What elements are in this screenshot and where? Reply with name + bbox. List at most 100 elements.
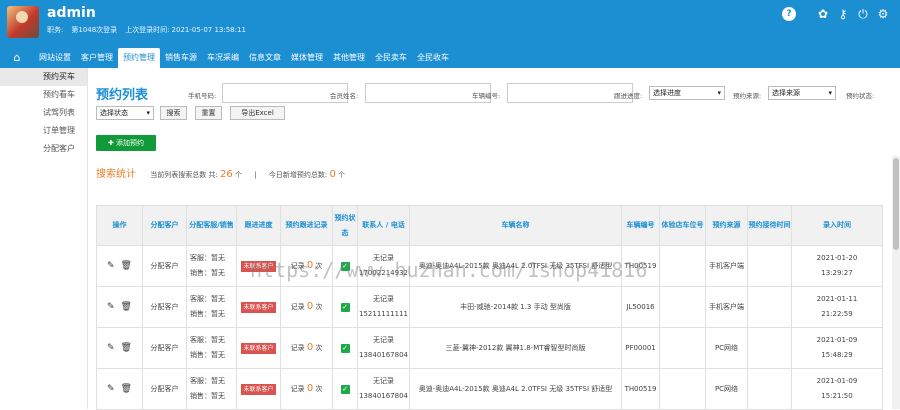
sidebar-item-orders[interactable]: 订单管理 <box>0 122 87 140</box>
nav-media[interactable]: 媒体管理 <box>286 48 328 68</box>
entry-date: 2021-01-11 <box>816 295 858 303</box>
trash-icon[interactable]: 🗑 <box>121 384 132 394</box>
edit-icon[interactable]: ✎ <box>107 343 115 353</box>
source-select-value: 选择来源 <box>772 89 800 97</box>
staff-cell: 客服：暂无 销售：暂无 <box>186 327 237 369</box>
status-select[interactable]: 选择状态 ▾ <box>96 106 154 120</box>
status-cell: ✓ <box>332 286 358 328</box>
service-staff: 客服：暂无 <box>190 377 225 385</box>
progress-cell: 未联系客户 <box>236 286 281 328</box>
source-label: 预约来源: <box>733 92 762 100</box>
nav-car-condition[interactable]: 车况采编 <box>202 48 244 68</box>
status-badge: 未联系客户 <box>241 342 276 354</box>
checkmark-icon[interactable]: ✓ <box>340 261 350 271</box>
record-cell[interactable]: 记录 0 次 <box>280 286 333 328</box>
reception-time <box>747 368 792 410</box>
nav-sell-car[interactable]: 全民卖车 <box>370 48 412 68</box>
table-row[interactable]: ✎ 🗑 分配客户 客服：暂无 销售：暂无 未联系客户 记录 0 次 ✓ 无记录 152111111… <box>96 286 883 328</box>
record-cell[interactable]: 记录 0 次 <box>280 368 333 410</box>
sidebar-item-test-drive[interactable]: 试驾列表 <box>0 104 87 122</box>
checkmark-icon[interactable]: ✓ <box>340 384 350 394</box>
status-label: 预约状态: <box>846 92 875 100</box>
actions-cell: ✎ 🗑 <box>96 286 143 328</box>
search-button[interactable]: 搜索 <box>160 106 187 120</box>
help-icon[interactable]: ? <box>782 7 796 21</box>
contact-name: 无记录 <box>373 336 394 344</box>
entry-time-cell: 2021-01-11 21:22:59 <box>791 286 883 328</box>
trash-icon[interactable]: 🗑 <box>121 302 132 312</box>
table-row[interactable]: ✎ 🗑 分配客户 客服：暂无 销售：暂无 未联系客户 记录 0 次 ✓ 无记录 170022149… <box>96 245 883 287</box>
edit-icon[interactable]: ✎ <box>107 261 115 271</box>
entry-time-cell: 2021-01-20 13:29:27 <box>791 245 883 287</box>
col-header: 预约接待时间 <box>747 205 792 246</box>
today-label: 今日新增预约总数: <box>268 171 328 179</box>
add-appointment-button[interactable]: ✚ 添加预约 <box>96 135 156 151</box>
export-excel-button[interactable]: 导出Excel <box>230 106 285 120</box>
booking-source: 手机客户端 <box>705 286 748 328</box>
staff-cell: 客服：暂无 销售：暂无 <box>186 286 237 328</box>
nav-appointment-management[interactable]: 预约管理 <box>118 48 160 68</box>
scrollbar-thumb[interactable] <box>893 158 899 250</box>
total-count: 26 <box>220 169 233 180</box>
car-name: 丰田-威驰-2014款 1.3 手动 型尚版 <box>409 286 622 328</box>
slot-number <box>659 327 706 369</box>
actions-cell: ✎ 🗑 <box>96 327 143 369</box>
total-label: 当前列表搜索总数 共: <box>150 171 218 179</box>
entry-date: 2021-01-09 <box>816 336 858 344</box>
nav-articles[interactable]: 信息文章 <box>244 48 286 68</box>
table-row[interactable]: ✎ 🗑 分配客户 客服：暂无 销售：暂无 未联系客户 记录 0 次 ✓ 无记录 138401678… <box>96 368 883 410</box>
key-icon[interactable]: ⚷ <box>836 7 850 21</box>
assign-customer-link[interactable]: 分配客户 <box>142 327 187 369</box>
status-badge: 未联系客户 <box>241 260 276 272</box>
contact-cell: 无记录 13840167804 <box>357 368 410 410</box>
col-header: 预约跟进记录 <box>280 205 333 246</box>
checkmark-icon[interactable]: ✓ <box>340 343 350 353</box>
trash-icon[interactable]: 🗑 <box>121 261 132 271</box>
gear-icon[interactable]: ⚙ <box>876 7 890 21</box>
separator: | <box>254 171 257 179</box>
record-suffix: 次 <box>315 303 323 311</box>
source-select[interactable]: 选择来源 ▾ <box>768 86 836 100</box>
record-cell[interactable]: 记录 0 次 <box>280 327 333 369</box>
record-prefix: 记录 <box>290 262 305 270</box>
record-count: 0 <box>306 383 314 394</box>
avatar[interactable] <box>7 6 39 38</box>
edit-icon[interactable]: ✎ <box>107 384 115 394</box>
car-number: TH00519 <box>621 368 660 410</box>
trash-icon[interactable]: 🗑 <box>121 343 132 353</box>
table-row[interactable]: ✎ 🗑 分配客户 客服：暂无 销售：暂无 未联系客户 记录 0 次 ✓ 无记录 138401678… <box>96 327 883 369</box>
nav-buy-car[interactable]: 全民收车 <box>412 48 454 68</box>
progress-select[interactable]: 选择进度 ▾ <box>649 86 725 100</box>
sidebar-item-booking-viewing[interactable]: 预约看车 <box>0 86 87 104</box>
col-header: 分配客服/销售 <box>186 205 237 246</box>
nav-other[interactable]: 其他管理 <box>328 48 370 68</box>
nav-website-settings[interactable]: 网站设置 <box>34 48 76 68</box>
actions-cell: ✎ 🗑 <box>96 245 143 287</box>
record-suffix: 次 <box>315 344 323 352</box>
home-icon[interactable]: ⌂ <box>0 48 34 68</box>
skin-icon[interactable]: ✿ <box>816 7 830 21</box>
top-header: admin 职务: 第1048次登录 上次登录时间: 2021-05-07 13:58… <box>0 0 900 68</box>
sidebar: 预约买车 预约看车 试驾列表 订单管理 分配客户 <box>0 68 88 409</box>
reset-button[interactable]: 重置 <box>195 106 222 120</box>
record-count: 0 <box>306 301 314 312</box>
entry-time: 15:48:29 <box>821 351 853 359</box>
power-icon[interactable]: ⏻ <box>856 7 870 21</box>
nav-sales-cars[interactable]: 销售车源 <box>160 48 202 68</box>
assign-customer-link[interactable]: 分配客户 <box>142 245 187 287</box>
record-cell[interactable]: 记录 0 次 <box>280 245 333 287</box>
checkmark-icon[interactable]: ✓ <box>340 302 350 312</box>
assign-customer-link[interactable]: 分配客户 <box>142 368 187 410</box>
slot-number <box>659 286 706 328</box>
user-name: admin <box>47 5 96 21</box>
status-badge: 未联系客户 <box>241 383 276 395</box>
sales-staff: 销售：暂无 <box>190 269 225 277</box>
nav-customer-management[interactable]: 客户管理 <box>76 48 118 68</box>
edit-icon[interactable]: ✎ <box>107 302 115 312</box>
chevron-down-icon: ▾ <box>828 89 832 97</box>
sidebar-item-assign-customer[interactable]: 分配客户 <box>0 140 87 158</box>
record-count: 0 <box>306 260 314 271</box>
assign-customer-link[interactable]: 分配客户 <box>142 286 187 328</box>
contact-name: 无记录 <box>373 377 394 385</box>
sidebar-item-booking-purchase[interactable]: 预约买车 <box>0 68 87 86</box>
